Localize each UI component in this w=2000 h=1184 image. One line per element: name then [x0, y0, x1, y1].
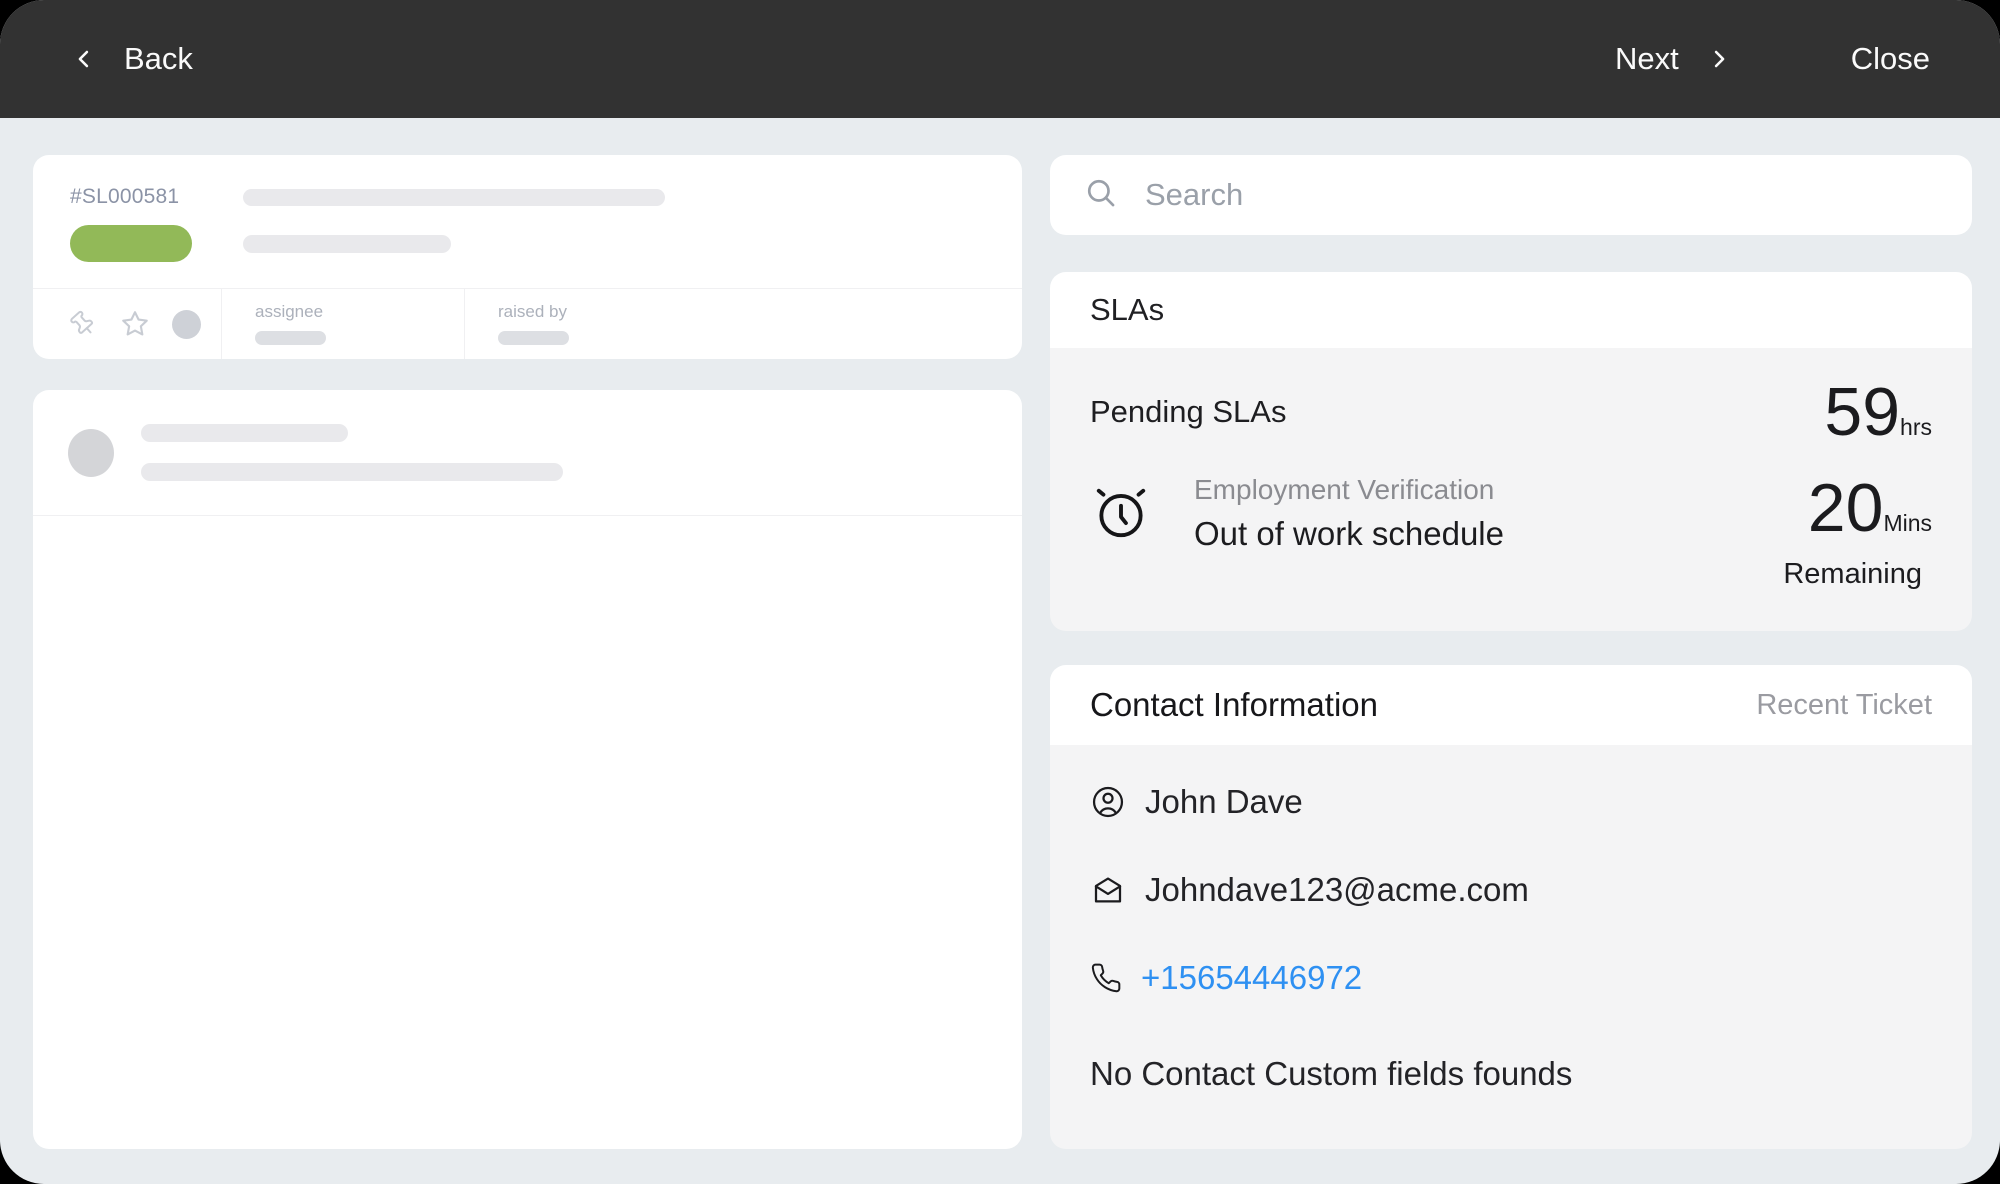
sla-item: Employment Verification Out of work sche…	[1090, 474, 1932, 591]
pending-hours-unit: hrs	[1900, 414, 1932, 446]
phone-icon	[1090, 962, 1122, 994]
no-custom-fields-message: No Contact Custom fields founds	[1090, 1055, 1932, 1093]
ticket-column: #SL000581	[33, 155, 1022, 1149]
conversation-header	[33, 390, 1022, 516]
alarm-clock-icon	[1090, 482, 1152, 591]
remaining-mins-unit: Mins	[1883, 510, 1932, 542]
contact-name: John Dave	[1145, 783, 1303, 821]
contact-phone-link[interactable]: +15654446972	[1141, 959, 1362, 997]
contact-email: Johndave123@acme.com	[1145, 871, 1529, 909]
ticket-id: #SL000581	[70, 185, 243, 209]
contact-phone-row: +15654446972	[1090, 959, 1932, 997]
contact-email-row: Johndave123@acme.com	[1090, 871, 1932, 909]
slas-card: SLAs Pending SLAs 59 hrs	[1050, 272, 1972, 631]
pending-slas-value: 59 hrs	[1824, 378, 1932, 446]
ticket-actions-row: assignee raised by	[33, 288, 1022, 359]
raised-by-label: raised by	[498, 302, 1022, 322]
top-navigation-bar: Back Next Close	[0, 0, 2000, 118]
skeleton-line	[141, 463, 563, 481]
skeleton-line	[243, 235, 451, 253]
search-icon	[1084, 176, 1118, 215]
status-badge	[70, 225, 192, 262]
back-label: Back	[124, 41, 193, 77]
chevron-left-icon	[70, 45, 98, 73]
priority-dot	[172, 310, 201, 339]
ticket-summary-top: #SL000581	[33, 155, 1022, 288]
conversation-card	[33, 390, 1022, 1149]
remaining-label: Remaining	[1783, 558, 1922, 591]
sla-status: Out of work schedule	[1194, 515, 1504, 553]
pin-icon[interactable]	[68, 309, 98, 339]
pending-hours-value: 59	[1824, 378, 1900, 446]
slas-header: SLAs	[1050, 272, 1972, 348]
skeleton-line	[255, 331, 326, 345]
next-button[interactable]: Next	[1615, 41, 1733, 77]
contact-name-row: John Dave	[1090, 783, 1932, 821]
contact-header: Contact Information Recent Ticket	[1050, 665, 1972, 745]
back-button[interactable]: Back	[70, 41, 193, 77]
chevron-right-icon	[1705, 45, 1733, 73]
skeleton-line	[243, 189, 665, 206]
sla-name: Employment Verification	[1194, 474, 1504, 506]
ticket-action-icons	[33, 289, 222, 359]
close-label: Close	[1851, 41, 1930, 77]
contact-body: John Dave Johndave123@acme.com +15654446…	[1050, 745, 1972, 1149]
next-label: Next	[1615, 41, 1679, 77]
star-icon[interactable]	[119, 308, 151, 340]
close-button[interactable]: Close	[1851, 41, 1930, 77]
slas-title: SLAs	[1090, 292, 1164, 328]
slas-body: Pending SLAs 59 hrs Employment Verificat…	[1050, 348, 1972, 631]
recent-ticket-link[interactable]: Recent Ticket	[1756, 689, 1932, 722]
ticket-detail-window: Back Next Close #SL000581	[0, 0, 2000, 1184]
assignee-label: assignee	[255, 302, 464, 322]
conversation-body	[33, 516, 1022, 1149]
search-input[interactable]	[1145, 177, 1938, 213]
mail-icon	[1090, 872, 1126, 908]
main-content: #SL000581	[0, 118, 2000, 1184]
remaining-mins-value: 20	[1808, 474, 1884, 542]
contact-card: Contact Information Recent Ticket John D…	[1050, 665, 1972, 1149]
skeleton-line	[141, 424, 348, 442]
search-box	[1050, 155, 1972, 235]
ticket-summary-card: #SL000581	[33, 155, 1022, 359]
avatar	[68, 429, 114, 477]
assignee-cell: assignee	[222, 289, 465, 359]
skeleton-line	[498, 331, 569, 345]
details-column: SLAs Pending SLAs 59 hrs	[1050, 155, 1972, 1149]
user-icon	[1090, 784, 1126, 820]
sla-remaining-value: 20 Mins	[1808, 474, 1932, 542]
contact-title: Contact Information	[1090, 686, 1378, 724]
pending-slas-label: Pending SLAs	[1090, 394, 1286, 446]
raised-by-cell: raised by	[465, 289, 1022, 359]
